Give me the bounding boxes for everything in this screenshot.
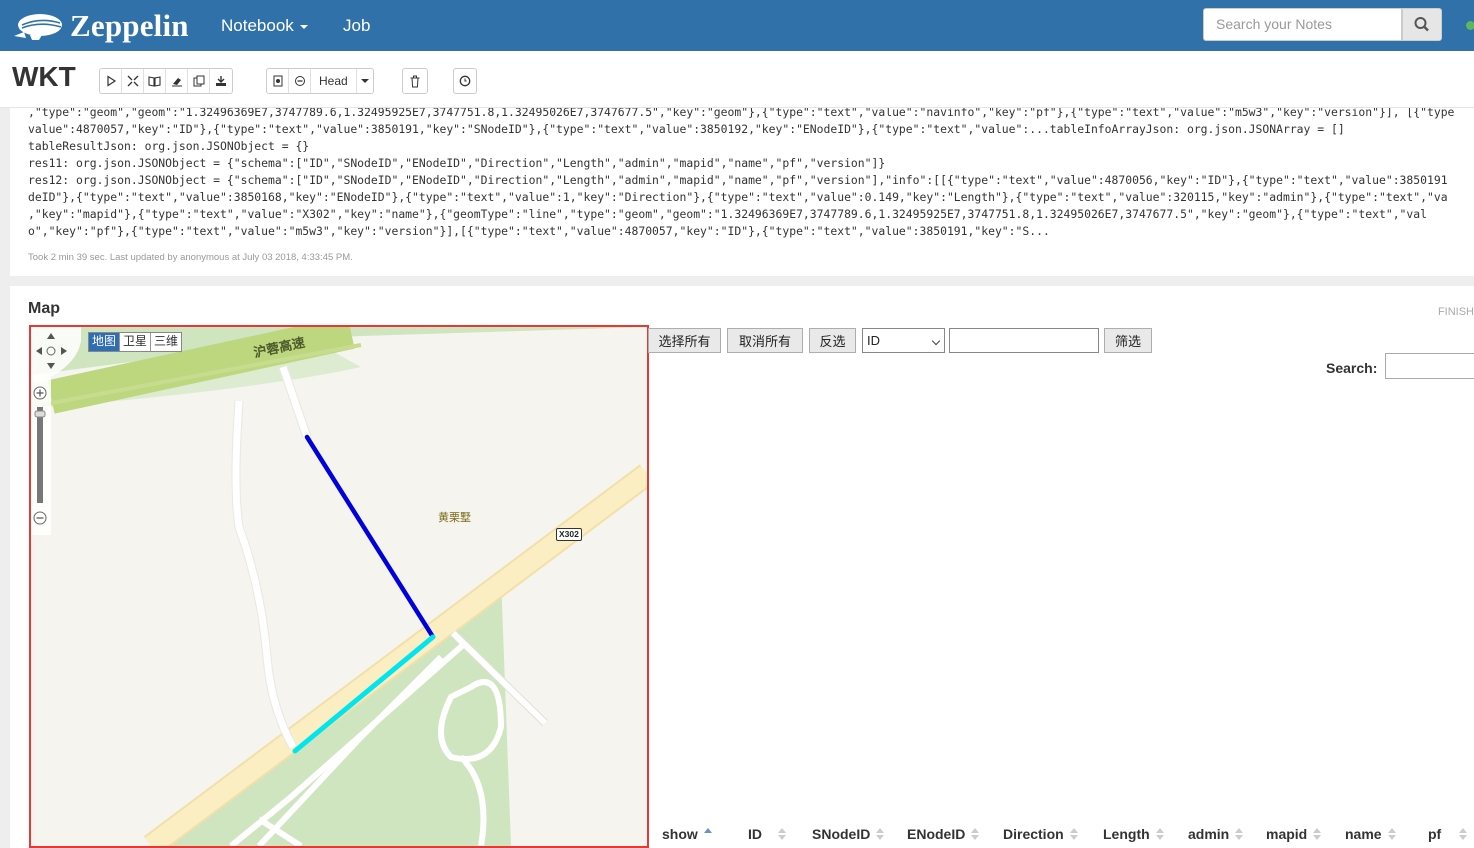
output-line: ,"key":"mapid"},{"type":"text","value":"… <box>28 207 1427 221</box>
zoom-slider[interactable] <box>35 407 45 503</box>
revision-head-dropdown[interactable]: Head <box>311 69 357 93</box>
run-all-button[interactable] <box>100 69 122 93</box>
scheduler-clock-icon <box>459 75 471 87</box>
column-header-mapid[interactable]: mapid <box>1266 826 1322 842</box>
output-line: o","key":"pf"},{"type":"text","value":"m… <box>28 224 1050 238</box>
trash-button[interactable] <box>403 69 427 93</box>
nav-job-link[interactable]: Job <box>343 0 370 51</box>
chevron-down-icon <box>299 24 308 29</box>
map-type-satellite[interactable]: 卫星 <box>120 333 152 351</box>
notebook-actions-group <box>99 68 233 94</box>
map-type-switcher: 地图 卫星 三维 <box>88 332 183 352</box>
map-navigation-control: + − <box>31 327 82 537</box>
export-button[interactable] <box>210 69 232 93</box>
scheduler-group <box>453 68 477 94</box>
invert-selection-button[interactable]: 反选 <box>809 328 856 353</box>
map-type-map[interactable]: 地图 <box>89 333 121 351</box>
sort-icon <box>1387 827 1396 841</box>
zoom-in-button[interactable]: + <box>34 387 46 399</box>
output-line: ,"type":"geom","geom":"1.32496369E7,3747… <box>28 108 1455 119</box>
notebook-title[interactable]: WKT <box>12 61 76 93</box>
notebook-header: WKT Head <box>0 51 1474 108</box>
trash-icon <box>410 75 420 87</box>
filter-button[interactable]: 筛选 <box>1104 328 1152 353</box>
search-button[interactable] <box>1402 8 1442 41</box>
sort-ascending-icon <box>703 827 712 841</box>
sort-icon <box>1313 827 1322 841</box>
top-navbar: Zeppelin Notebook Job Search your Notes <box>0 0 1474 51</box>
brand-name: Zeppelin <box>70 8 189 43</box>
filter-field-select[interactable]: ID <box>862 328 945 353</box>
output-line: res11: org.json.JSONObject = {"schema":[… <box>28 156 886 170</box>
revision-compare-button[interactable] <box>289 69 311 93</box>
column-header-admin[interactable]: admin <box>1188 826 1244 842</box>
revision-compare-icon <box>294 76 305 86</box>
column-header-length[interactable]: Length <box>1103 826 1164 842</box>
version-commit-button[interactable] <box>267 69 289 93</box>
toggle-output-button[interactable] <box>144 69 166 93</box>
village-label: 黄栗墅 <box>438 512 471 524</box>
map-canvas[interactable] <box>31 327 647 846</box>
clone-button[interactable] <box>188 69 210 93</box>
nav-notebook-label: Notebook <box>221 16 294 35</box>
output-line: tableResultJson: org.json.JSONObject = {… <box>28 139 310 153</box>
chevron-down-icon <box>931 336 941 346</box>
column-header-pf[interactable]: pf <box>1428 826 1468 842</box>
search-icon <box>1414 17 1429 32</box>
select-all-button[interactable]: 选择所有 <box>648 328 721 353</box>
column-header-name[interactable]: name <box>1345 826 1396 842</box>
sort-icon <box>1459 827 1468 841</box>
search-notes-input[interactable]: Search your Notes <box>1203 8 1402 41</box>
zeppelin-logo-icon <box>14 14 62 40</box>
scheduler-button[interactable] <box>454 69 476 93</box>
column-header-id[interactable]: ID <box>748 826 786 842</box>
filter-field-value: ID <box>867 333 880 348</box>
version-commit-icon <box>273 75 282 87</box>
paragraph-execution-info: Took 2 min 39 sec. Last updated by anony… <box>28 252 353 263</box>
toggle-output-icon <box>148 76 161 87</box>
paragraph-status: FINISH <box>1437 306 1474 318</box>
table-search-label: Search: <box>1326 360 1378 376</box>
paragraph-output-text: ,"type":"geom","geom":"1.32496369E7,3747… <box>28 108 1468 240</box>
column-header-show[interactable]: show <box>662 826 712 842</box>
map-paragraph: Map FINISH 沪蓉高速 黄栗墅 X302 地图 卫星 三维 选择所有 取… <box>10 286 1474 848</box>
column-header-snodeid[interactable]: SNodeID <box>812 826 885 842</box>
toggle-code-button[interactable] <box>122 69 144 93</box>
column-header-enodeid[interactable]: ENodeID <box>907 826 980 842</box>
version-control-group: Head <box>266 68 374 94</box>
map-view[interactable]: 沪蓉高速 黄栗墅 X302 地图 卫星 三维 + − <box>29 325 649 848</box>
sort-icon <box>1235 827 1244 841</box>
chevron-down-icon <box>360 79 369 83</box>
route-badge: X302 <box>556 528 582 541</box>
trash-group <box>402 68 428 94</box>
export-icon <box>216 76 226 86</box>
sort-icon <box>1069 827 1078 841</box>
brand-home-link[interactable]: Zeppelin <box>12 6 189 46</box>
revision-dropdown-toggle[interactable] <box>357 69 373 93</box>
connection-status-dot <box>1466 21 1474 30</box>
run-all-icon <box>106 75 116 87</box>
table-search-input[interactable] <box>1385 353 1474 379</box>
output-line: value":4870057,"key":"ID"},{"type":"text… <box>28 122 1345 136</box>
sort-icon <box>1155 827 1164 841</box>
column-header-direction[interactable]: Direction <box>1003 826 1078 842</box>
map-type-3d[interactable]: 三维 <box>151 333 181 351</box>
filter-value-input[interactable] <box>949 328 1099 353</box>
sort-icon <box>778 827 786 841</box>
output-line: res12: org.json.JSONObject = {"schema":[… <box>28 173 1448 187</box>
output-paragraph: ,"type":"geom","geom":"1.32496369E7,3747… <box>10 108 1474 276</box>
deselect-all-button[interactable]: 取消所有 <box>727 328 803 353</box>
toggle-code-icon <box>127 75 138 87</box>
zoom-out-button[interactable]: − <box>34 512 46 524</box>
output-line: deID"},{"type":"text","value":3850168,"k… <box>28 190 1448 204</box>
paragraph-title: Map <box>28 300 60 317</box>
clear-output-icon <box>171 78 182 87</box>
sort-icon <box>876 827 885 841</box>
sort-icon <box>971 827 980 841</box>
clone-icon <box>193 75 204 87</box>
clear-output-button[interactable] <box>166 69 188 93</box>
nav-notebook-dropdown[interactable]: Notebook <box>221 0 308 51</box>
